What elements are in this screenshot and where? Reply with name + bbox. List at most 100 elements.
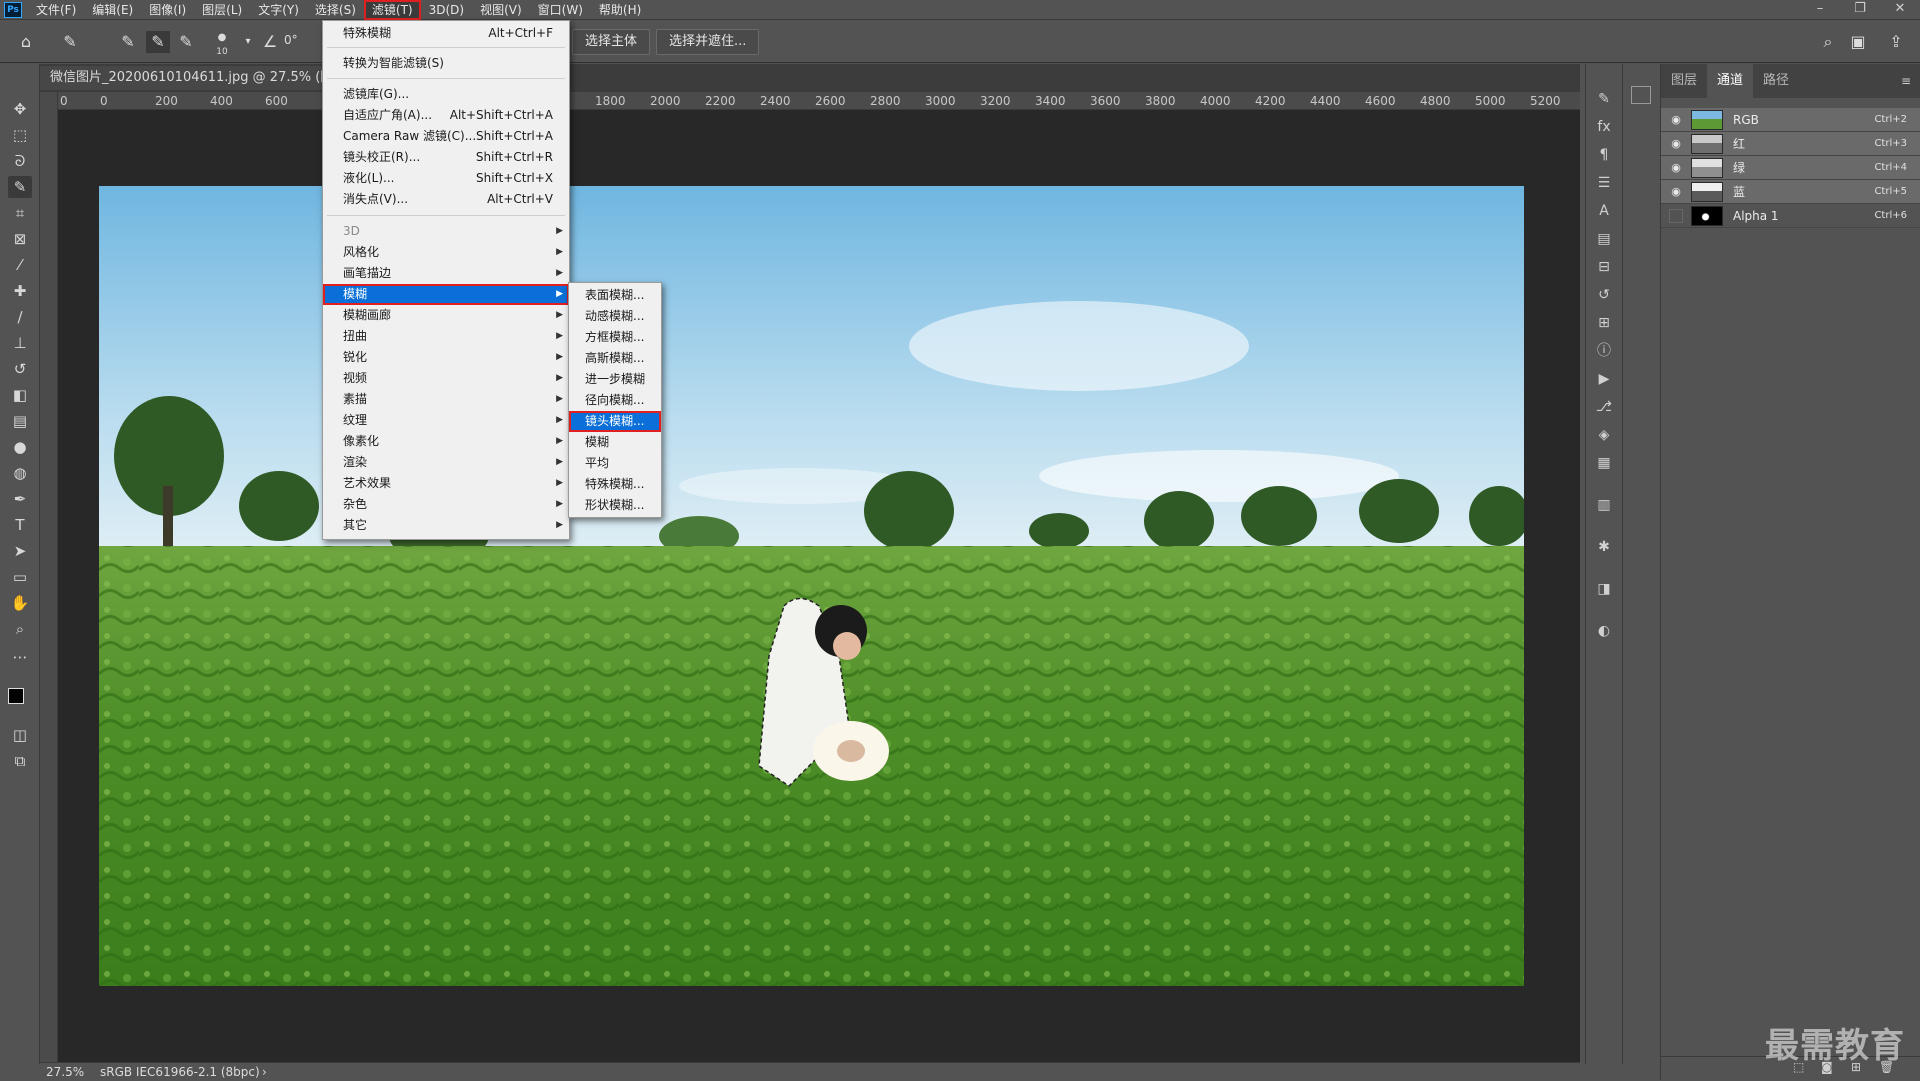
- more-tools-icon[interactable]: ⋯: [8, 646, 32, 668]
- menu-item-last-filter[interactable]: 特殊模糊 Alt+Ctrl+F: [323, 23, 569, 44]
- menu-help[interactable]: 帮助(H): [591, 0, 649, 20]
- quick-selection-tool-icon[interactable]: ✎: [8, 176, 32, 198]
- menu-item-blur-gallery[interactable]: 模糊画廊 ▶: [323, 305, 569, 326]
- share-icon[interactable]: ⇪: [1884, 31, 1908, 53]
- menu-item-texture[interactable]: 纹理 ▶: [323, 410, 569, 431]
- eraser-tool-icon[interactable]: ◧: [8, 384, 32, 406]
- quick-selection-preset-icon[interactable]: ✎: [58, 31, 82, 53]
- submenu-item-average[interactable]: 平均: [569, 453, 661, 474]
- submenu-item-radial-blur[interactable]: 径向模糊...: [569, 390, 661, 411]
- menu-item-vanishing-point[interactable]: 消失点(V)... Alt+Ctrl+V: [323, 189, 569, 210]
- menu-item-lens-correction[interactable]: 镜头校正(R)... Shift+Ctrl+R: [323, 147, 569, 168]
- fx-icon[interactable]: fx: [1592, 116, 1616, 138]
- home-icon[interactable]: ⌂: [14, 31, 38, 53]
- menu-window[interactable]: 窗口(W): [530, 0, 591, 20]
- close-button[interactable]: ✕: [1880, 0, 1920, 20]
- tab-layers[interactable]: 图层: [1661, 64, 1707, 98]
- menu-item-sharpen[interactable]: 锐化 ▶: [323, 347, 569, 368]
- channel-row-rgb[interactable]: ◉ RGB Ctrl+2: [1661, 108, 1920, 132]
- adjustments-icon[interactable]: ☰: [1592, 172, 1616, 194]
- channel-row-red[interactable]: ◉ 红 Ctrl+3: [1661, 132, 1920, 156]
- submenu-item-surface-blur[interactable]: 表面模糊...: [569, 285, 661, 306]
- zoom-tool-icon[interactable]: ⌕: [8, 618, 32, 640]
- menu-item-stylize[interactable]: 风格化 ▶: [323, 242, 569, 263]
- menu-image[interactable]: 图像(I): [141, 0, 194, 20]
- submenu-item-smart-blur[interactable]: 特殊模糊...: [569, 474, 661, 495]
- brush-tool-icon[interactable]: ∕: [8, 306, 32, 328]
- submenu-item-blur-more[interactable]: 进一步模糊: [569, 369, 661, 390]
- menu-item-distort[interactable]: 扭曲 ▶: [323, 326, 569, 347]
- gradient-tool-icon[interactable]: ▤: [8, 410, 32, 432]
- menu-type[interactable]: 文字(Y): [250, 0, 307, 20]
- notes-icon[interactable]: ▥: [1592, 494, 1616, 516]
- menu-item-convert-smart-filter[interactable]: 转换为智能滤镜(S): [323, 53, 569, 74]
- character-icon[interactable]: A: [1592, 200, 1616, 222]
- menu-view[interactable]: 视图(V): [472, 0, 530, 20]
- menu-item-liquify[interactable]: 液化(L)... Shift+Ctrl+X: [323, 168, 569, 189]
- color-icon[interactable]: ◐: [1592, 620, 1616, 642]
- healing-brush-tool-icon[interactable]: ✚: [8, 280, 32, 302]
- menu-layer[interactable]: 图层(L): [194, 0, 250, 20]
- dodge-tool-icon[interactable]: ◍: [8, 462, 32, 484]
- add-to-selection-icon[interactable]: ✎: [146, 31, 170, 53]
- menu-3d[interactable]: 3D(D): [421, 0, 472, 20]
- submenu-item-lens-blur[interactable]: 镜头模糊...: [569, 411, 661, 432]
- lasso-tool-icon[interactable]: ᘐ: [8, 150, 32, 172]
- menu-item-blur[interactable]: 模糊 ▶: [323, 284, 569, 305]
- subtract-selection-icon[interactable]: ✎: [174, 31, 198, 53]
- brush-size-icon[interactable]: ● 10: [210, 31, 234, 57]
- angle-value[interactable]: 0°: [284, 33, 298, 47]
- settings-icon[interactable]: ✱: [1592, 536, 1616, 558]
- minimize-button[interactable]: –: [1800, 0, 1840, 20]
- eyedropper-tool-icon[interactable]: ⁄: [8, 254, 32, 276]
- submenu-item-box-blur[interactable]: 方框模糊...: [569, 327, 661, 348]
- history-brush-tool-icon[interactable]: ↺: [8, 358, 32, 380]
- zoom-level[interactable]: 27.5%: [46, 1063, 84, 1081]
- restore-button[interactable]: ❐: [1840, 0, 1880, 20]
- menu-item-video[interactable]: 视频 ▶: [323, 368, 569, 389]
- channel-row-alpha1[interactable]: Alpha 1 Ctrl+6: [1661, 204, 1920, 228]
- crop-tool-icon[interactable]: ⌗: [8, 202, 32, 224]
- new-selection-icon[interactable]: ✎: [116, 31, 140, 53]
- select-subject-button[interactable]: 选择主体: [572, 29, 651, 55]
- menu-filter[interactable]: 滤镜(T): [363, 0, 421, 20]
- document-image[interactable]: [99, 186, 1524, 986]
- libraries-icon[interactable]: ⊟: [1592, 256, 1616, 278]
- menu-file[interactable]: 文件(F): [28, 0, 84, 20]
- submenu-item-blur[interactable]: 模糊: [569, 432, 661, 453]
- workspace-icon[interactable]: ▣: [1846, 31, 1870, 53]
- marquee-tool-icon[interactable]: ⬚: [8, 124, 32, 146]
- pen-tool-icon[interactable]: ✒: [8, 488, 32, 510]
- type-tool-icon[interactable]: T: [8, 514, 32, 536]
- submenu-item-motion-blur[interactable]: 动感模糊...: [569, 306, 661, 327]
- panel-toggle-icon[interactable]: [1631, 86, 1651, 104]
- path-selection-tool-icon[interactable]: ➤: [8, 540, 32, 562]
- menu-item-sketch[interactable]: 素描 ▶: [323, 389, 569, 410]
- paragraph-icon[interactable]: ¶: [1592, 144, 1616, 166]
- quick-mask-icon[interactable]: ◫: [8, 724, 32, 746]
- tab-channels[interactable]: 通道: [1707, 64, 1754, 98]
- info-icon[interactable]: ⓘ: [1592, 340, 1616, 362]
- menu-item-artistic[interactable]: 艺术效果 ▶: [323, 473, 569, 494]
- menu-item-other[interactable]: 其它 ▶: [323, 515, 569, 536]
- clone-stamp-tool-icon[interactable]: ⊥: [8, 332, 32, 354]
- 3d-icon[interactable]: ◈: [1592, 424, 1616, 446]
- menu-item-brush-strokes[interactable]: 画笔描边 ▶: [323, 263, 569, 284]
- eye-icon[interactable]: ◉: [1669, 113, 1683, 127]
- search-icon[interactable]: ⌕: [1816, 31, 1840, 53]
- properties-icon[interactable]: ▤: [1592, 228, 1616, 250]
- menu-select[interactable]: 选择(S): [307, 0, 364, 20]
- menu-item-noise[interactable]: 杂色 ▶: [323, 494, 569, 515]
- table-icon[interactable]: ▦: [1592, 452, 1616, 474]
- actions-play-icon[interactable]: ▶: [1592, 368, 1616, 390]
- chevron-down-icon[interactable]: ▾: [236, 31, 260, 53]
- eye-hidden-icon[interactable]: [1669, 209, 1683, 223]
- rectangle-tool-icon[interactable]: ▭: [8, 566, 32, 588]
- submenu-item-shape-blur[interactable]: 形状模糊...: [569, 495, 661, 516]
- menu-item-pixelate[interactable]: 像素化 ▶: [323, 431, 569, 452]
- brush-settings-icon[interactable]: ✎: [1592, 88, 1616, 110]
- document-tab[interactable]: 微信图片_20200610104611.jpg @ 27.5% (图层: [40, 66, 330, 90]
- screen-mode-icon[interactable]: ⧉: [8, 750, 32, 772]
- menu-item-filter-gallery[interactable]: 滤镜库(G)...: [323, 84, 569, 105]
- navigator-icon[interactable]: ◨: [1592, 578, 1616, 600]
